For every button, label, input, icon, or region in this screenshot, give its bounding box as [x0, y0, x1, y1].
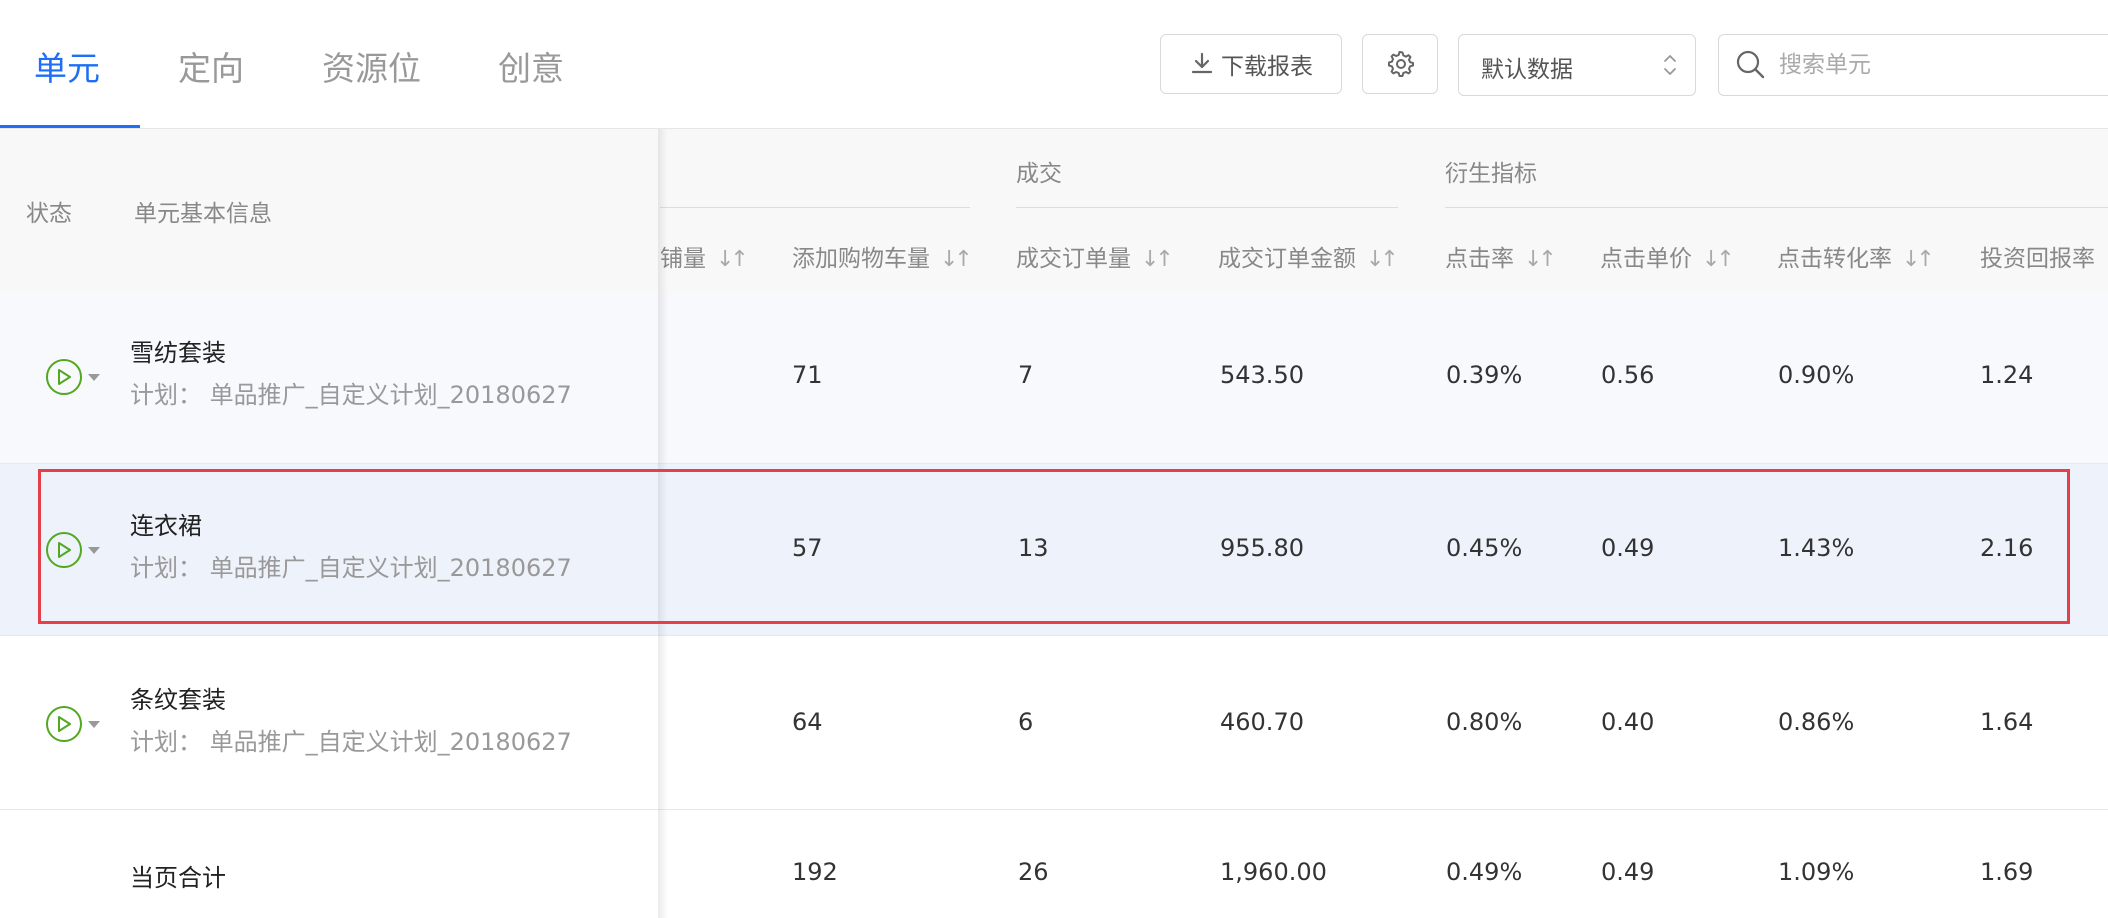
tab-creative[interactable]: 创意 [498, 42, 564, 88]
total-cell: 0.49% [1446, 858, 1523, 886]
table-cell: 1.64 [1980, 708, 2034, 736]
column-header-status: 状态 [26, 201, 72, 227]
total-label: 当页合计 [130, 864, 226, 892]
table-cell: 64 [792, 708, 823, 736]
updown-chevron-icon [1664, 55, 1676, 75]
group-divider-derived [1445, 207, 2108, 208]
table-cell: 71 [792, 361, 823, 389]
table-cell: 0.49 [1601, 534, 1655, 562]
fixed-header: 状态 单元基本信息 [0, 129, 660, 292]
column-header-cell[interactable]: 成交订单量 ↓↑ [1016, 239, 1174, 273]
settings-button[interactable] [1362, 34, 1438, 94]
fixed-row[interactable]: 雪纺套装 计划： 单品推广_自定义计划_20180627 [0, 291, 660, 464]
table-cell: 7 [1018, 361, 1034, 389]
column-header-unit-info: 单元基本信息 [134, 201, 272, 227]
sort-icon[interactable]: ↓↑ [1702, 247, 1735, 272]
table-cell: 2.16 [1980, 534, 2034, 562]
table-cell: 57 [792, 534, 823, 562]
status-toggle[interactable] [46, 359, 100, 395]
column-header-cell[interactable]: 投资回报率 [1980, 239, 2095, 273]
table-cell: 0.86% [1778, 708, 1855, 736]
table-cell: 0.56 [1601, 361, 1655, 389]
total-cell: 1.69 [1980, 858, 2034, 886]
play-circle-icon [46, 706, 82, 742]
table-cell: 460.70 [1220, 708, 1304, 736]
column-header-cell[interactable]: 点击转化率 ↓↑ [1777, 239, 1935, 273]
play-circle-icon [46, 359, 82, 395]
unit-plan: 计划： 单品推广_自定义计划_20180627 [130, 728, 572, 756]
group-divider-deal [1016, 207, 1398, 208]
table-cell: 0.40 [1601, 708, 1655, 736]
download-icon [1191, 52, 1213, 74]
fixed-row[interactable]: 连衣裙 计划： 单品推广_自定义计划_20180627 [0, 464, 660, 636]
unit-plan: 计划： 单品推广_自定义计划_20180627 [130, 381, 572, 409]
gear-icon [1388, 51, 1414, 77]
unit-name[interactable]: 条纹套装 [130, 680, 226, 715]
tab-resource-slot[interactable]: 资源位 [322, 42, 421, 88]
caret-down-icon [88, 546, 100, 554]
total-cell: 192 [792, 858, 838, 886]
search-icon[interactable] [1735, 49, 1767, 81]
table-cell: 0.80% [1446, 708, 1523, 736]
table-cell: 13 [1018, 534, 1049, 562]
table-cell: 1.43% [1778, 534, 1855, 562]
data-view-select-value: 默认数据 [1481, 57, 1573, 83]
status-toggle[interactable] [46, 532, 100, 568]
active-tab-indicator [0, 125, 140, 128]
group-header-derived: 衍生指标 [1445, 161, 1537, 187]
table-cell: 955.80 [1220, 534, 1304, 562]
total-cell: 26 [1018, 858, 1049, 886]
sort-icon[interactable]: ↓↑ [1141, 247, 1174, 272]
top-bar: 单元 定向 资源位 创意 下载报表 默认数据 [0, 0, 2108, 129]
fixed-column-shadow [658, 129, 668, 918]
data-view-select[interactable]: 默认数据 [1458, 34, 1696, 96]
sort-icon[interactable]: ↓↑ [716, 247, 749, 272]
sort-icon[interactable]: ↓↑ [940, 247, 973, 272]
total-cell: 0.49 [1601, 858, 1655, 886]
fixed-row[interactable]: 条纹套装 计划： 单品推广_自定义计划_20180627 [0, 636, 660, 810]
fixed-total-row: 当页合计 [0, 810, 660, 918]
total-cell: 1.09% [1778, 858, 1855, 886]
caret-down-icon [88, 373, 100, 381]
table-cell: 0.39% [1446, 361, 1523, 389]
status-toggle[interactable] [46, 706, 100, 742]
column-header-cell[interactable]: 点击率 ↓↑ [1445, 239, 1557, 273]
sort-icon[interactable]: ↓↑ [1366, 247, 1399, 272]
unit-name[interactable]: 连衣裙 [130, 506, 202, 541]
column-header-cell[interactable]: 铺量 ↓↑ [660, 239, 749, 273]
table-cell: 6 [1018, 708, 1034, 736]
search-box [1718, 34, 2108, 96]
group-divider-prev [660, 207, 970, 208]
tab-targeting[interactable]: 定向 [178, 42, 244, 88]
table-cell: 1.24 [1980, 361, 2034, 389]
unit-plan: 计划： 单品推广_自定义计划_20180627 [130, 554, 572, 582]
fixed-left-column: 状态 单元基本信息 雪纺套装 计划： 单品推广_自定义计划_20180627 连… [0, 129, 660, 918]
table-cell: 0.45% [1446, 534, 1523, 562]
caret-down-icon [88, 720, 100, 728]
search-input[interactable] [1779, 47, 2079, 83]
column-header-cell[interactable]: 成交订单金额 ↓↑ [1218, 239, 1399, 273]
total-cell: 1,960.00 [1220, 858, 1327, 886]
download-report-button[interactable]: 下载报表 [1160, 34, 1342, 94]
table-cell: 0.90% [1778, 361, 1855, 389]
sort-icon[interactable]: ↓↑ [1902, 247, 1935, 272]
play-circle-icon [46, 532, 82, 568]
sort-icon[interactable]: ↓↑ [1524, 247, 1557, 272]
table-cell: 543.50 [1220, 361, 1304, 389]
tab-unit[interactable]: 单元 [34, 42, 100, 88]
column-header-cell[interactable]: 点击单价 ↓↑ [1600, 239, 1735, 273]
download-report-label: 下载报表 [1221, 54, 1313, 80]
unit-name[interactable]: 雪纺套装 [130, 333, 226, 368]
column-header-cell[interactable]: 添加购物车量 ↓↑ [792, 239, 973, 273]
group-header-deal: 成交 [1016, 161, 1062, 187]
